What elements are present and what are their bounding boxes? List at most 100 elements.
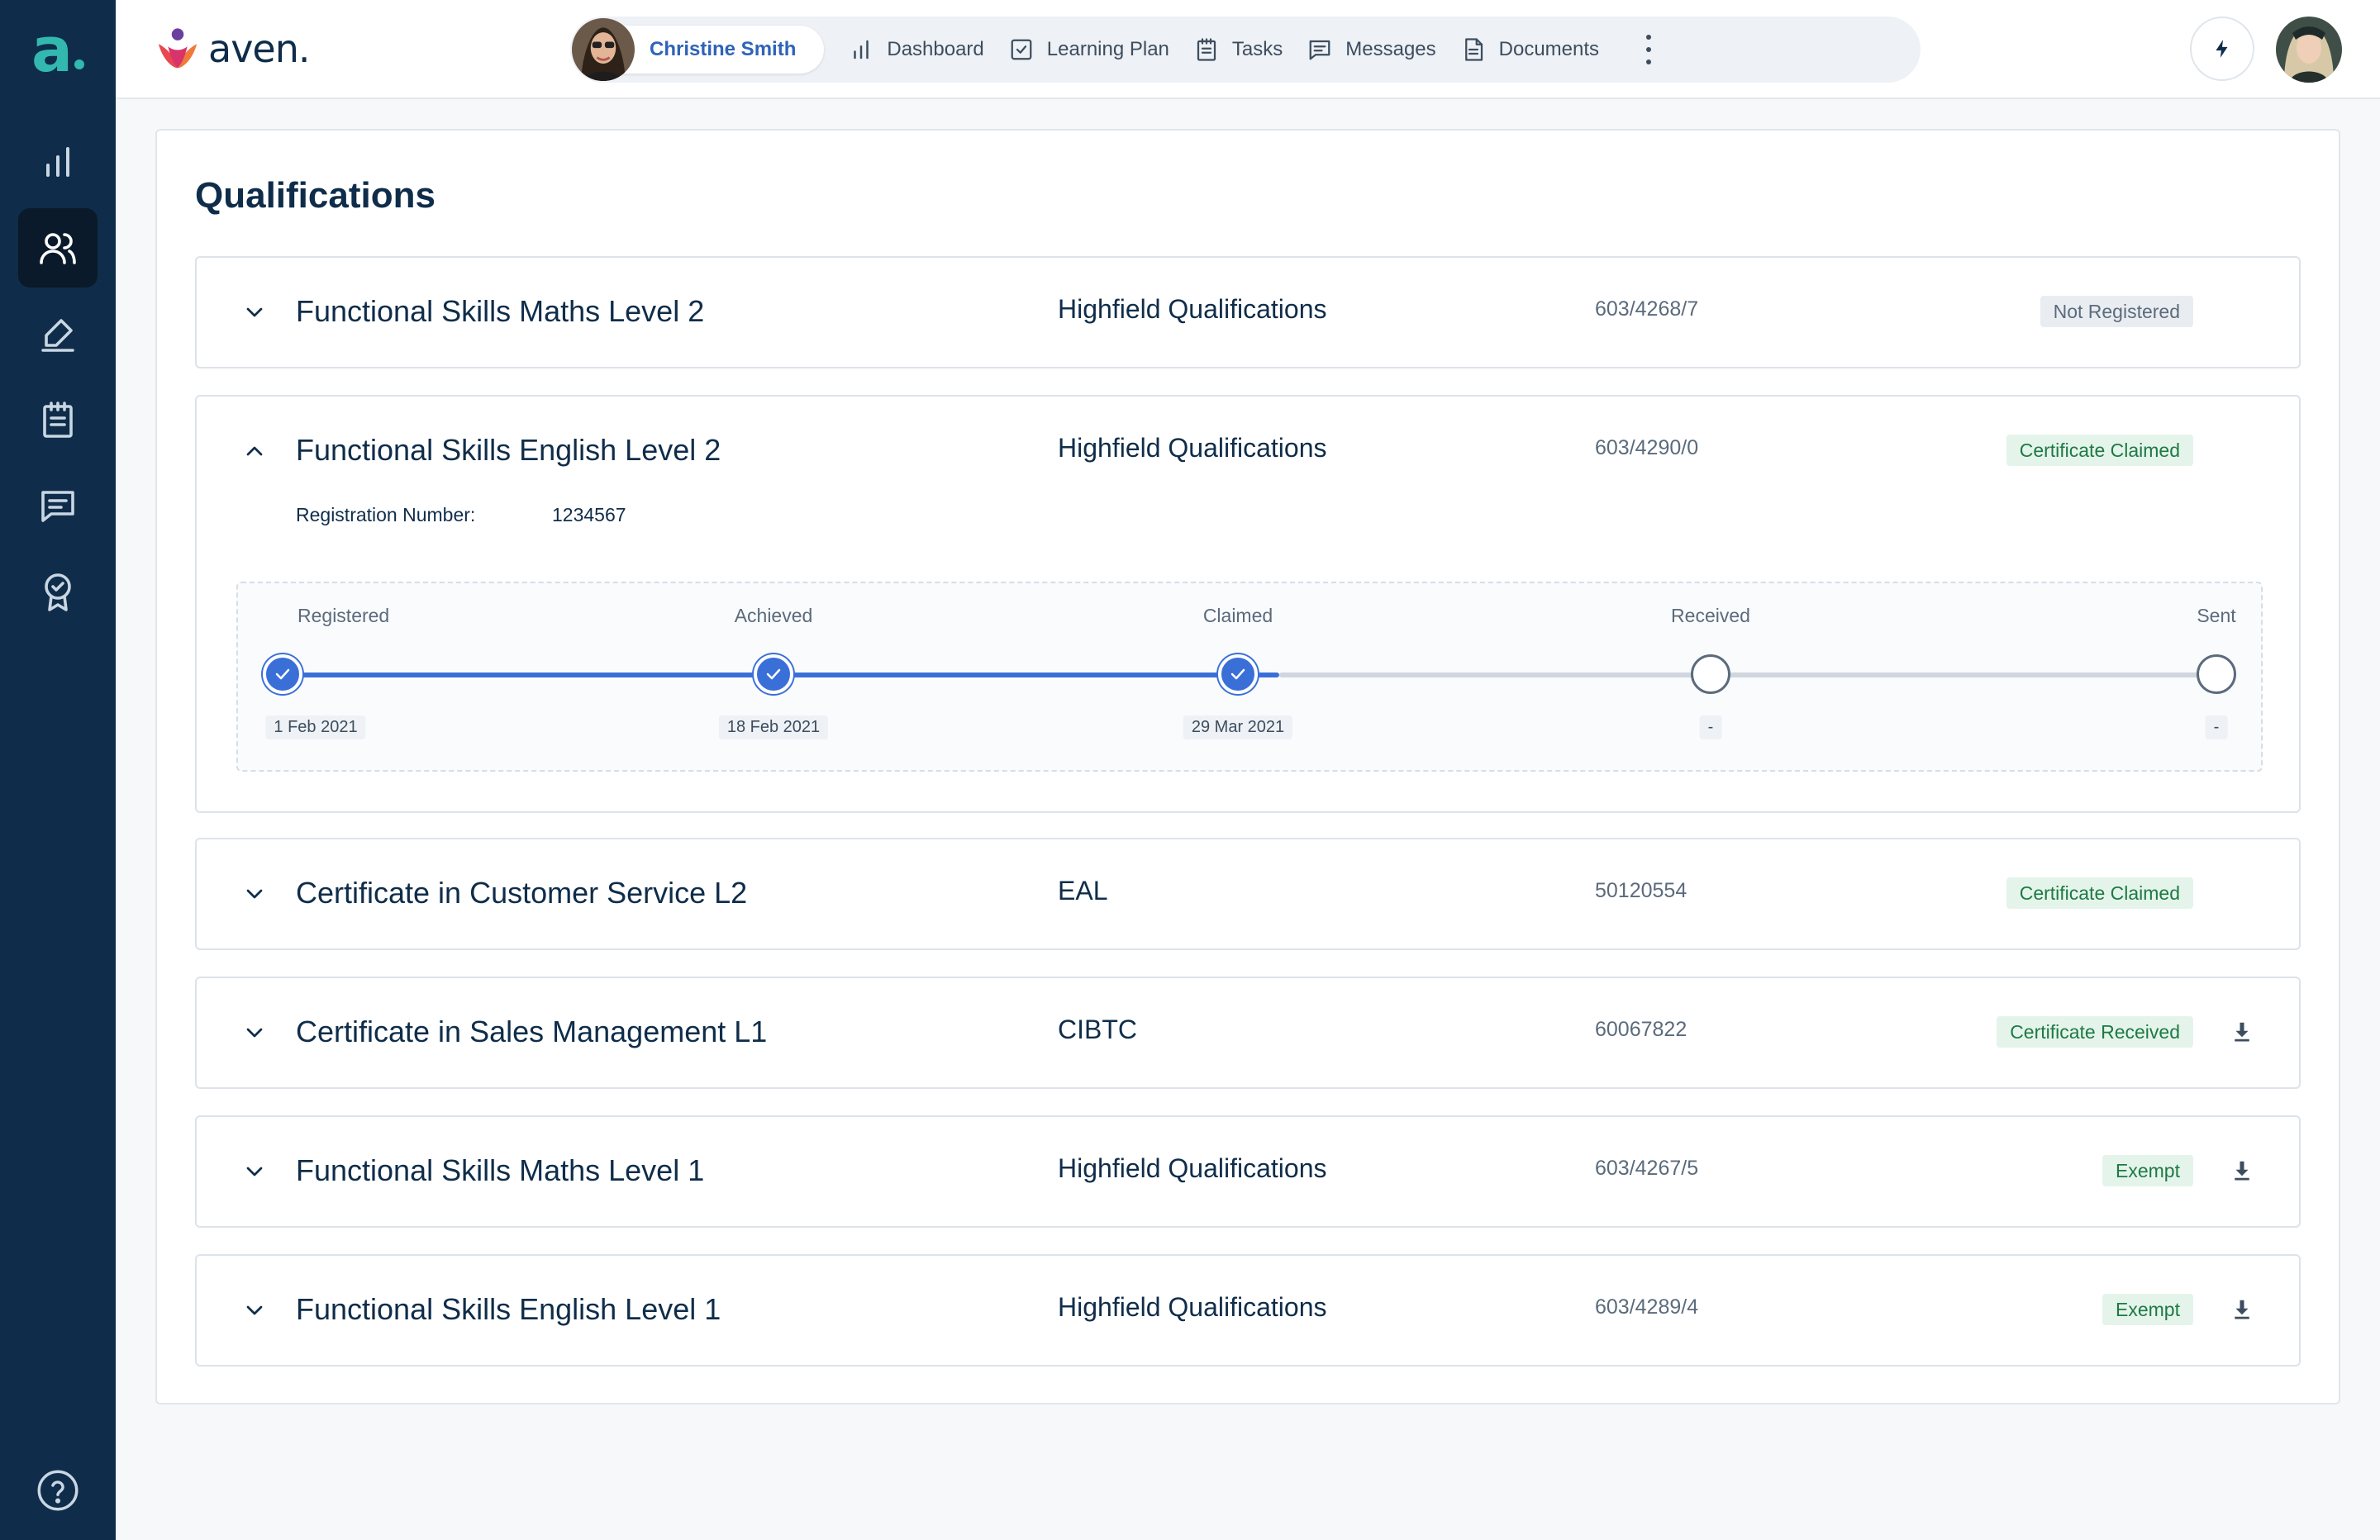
step-complete-node xyxy=(263,654,302,694)
bar-chart-icon xyxy=(854,40,869,59)
step-label: Registered xyxy=(298,605,390,626)
check-icon xyxy=(275,668,290,680)
qualification-row[interactable]: Certificate in Customer Service L2 EAL 5… xyxy=(195,838,2301,950)
progress-step-achieved: Achieved 18 Feb 2021 xyxy=(691,583,856,773)
sidebar-item-messages[interactable] xyxy=(18,466,98,545)
brand-logo[interactable]: aven. xyxy=(154,25,310,73)
top-navigation: Christine Smith Dashboard Learning Plan … xyxy=(570,17,1921,83)
step-complete-node xyxy=(1218,654,1258,694)
chevron-down-icon[interactable] xyxy=(241,299,268,326)
users-icon xyxy=(40,233,76,264)
bar-chart-icon xyxy=(46,147,69,177)
awarding-body: CIBTC xyxy=(1058,1015,1137,1044)
progress-step-sent: Sent - xyxy=(2134,583,2299,773)
sidebar: a xyxy=(0,0,116,1540)
download-icon[interactable] xyxy=(2230,1158,2254,1183)
step-label: Achieved xyxy=(734,605,813,626)
nav-messages-label: Messages xyxy=(1345,38,1436,60)
more-vertical-icon[interactable] xyxy=(1644,35,1654,64)
learner-avatar xyxy=(572,18,635,81)
chevron-up-icon[interactable] xyxy=(241,438,268,464)
quick-action-button[interactable] xyxy=(2190,17,2254,81)
document-icon xyxy=(1464,38,1483,61)
qualification-name: Functional Skills English Level 1 xyxy=(296,1292,721,1326)
qualification-name: Certificate in Customer Service L2 xyxy=(296,876,748,910)
qualification-row[interactable]: Functional Skills Maths Level 2 Highfiel… xyxy=(195,256,2301,368)
qualifications-card: Qualifications Functional Skills Maths L… xyxy=(155,129,2340,1405)
sidebar-item-tasks[interactable] xyxy=(18,380,98,459)
sidebar-logo[interactable]: a xyxy=(31,15,84,86)
sidebar-item-dashboard[interactable] xyxy=(18,122,98,202)
registration-number-label: Registration Number: xyxy=(296,504,476,525)
qualification-code: 603/4290/0 xyxy=(1595,436,1699,459)
status-badge: Not Registered xyxy=(2040,296,2193,327)
progress-step-received: Received - xyxy=(1628,583,1793,773)
awarding-body: EAL xyxy=(1058,876,1108,905)
learner-switcher[interactable]: Christine Smith xyxy=(572,18,825,81)
qualification-row[interactable]: Functional Skills Maths Level 1 Highfiel… xyxy=(195,1115,2301,1228)
awarding-body: Highfield Qualifications xyxy=(1058,1292,1327,1322)
pen-signature-icon xyxy=(41,319,74,352)
qualification-row[interactable]: Certificate in Sales Management L1 CIBTC… xyxy=(195,977,2301,1089)
download-icon[interactable] xyxy=(2230,1297,2254,1322)
learner-name: Christine Smith xyxy=(650,38,797,60)
step-date: 1 Feb 2021 xyxy=(265,715,366,739)
registration-number-row: Registration Number: 1234567 xyxy=(296,504,626,526)
sidebar-logo-letter: a xyxy=(31,15,73,86)
chevron-down-icon[interactable] xyxy=(241,1158,268,1185)
nav-tasks[interactable]: Tasks xyxy=(1194,26,1283,74)
top-header: aven. Christine Smith Dashboard Learning… xyxy=(116,0,2380,99)
status-badge: Certificate Claimed xyxy=(2006,435,2193,466)
nav-documents-label: Documents xyxy=(1498,38,1600,60)
qualification-code: 50120554 xyxy=(1595,879,1687,902)
qualification-name: Certificate in Sales Management L1 xyxy=(296,1015,768,1048)
awarding-body: Highfield Qualifications xyxy=(1058,294,1327,324)
status-badge: Exempt xyxy=(2102,1294,2193,1325)
nav-dashboard[interactable]: Dashboard xyxy=(849,26,984,74)
progress-tracker: Registered 1 Feb 2021 Achieved 18 Feb 20… xyxy=(236,582,2263,772)
qualification-code: 603/4267/5 xyxy=(1595,1157,1699,1180)
chat-icon xyxy=(1309,40,1330,60)
nav-learning-plan[interactable]: Learning Plan xyxy=(1009,26,1169,74)
qualification-name: Functional Skills English Level 2 xyxy=(296,433,721,467)
lightning-icon xyxy=(2216,40,2228,58)
qualification-row-expanded[interactable]: Functional Skills English Level 2 Highfi… xyxy=(195,395,2301,813)
chevron-down-icon[interactable] xyxy=(241,1297,268,1324)
step-pending-node xyxy=(2197,654,2236,694)
page-title: Qualifications xyxy=(195,175,436,216)
awarding-body: Highfield Qualifications xyxy=(1058,433,1327,463)
help-circle-icon[interactable] xyxy=(36,1469,79,1512)
checkbox-icon xyxy=(1011,39,1032,60)
step-date: - xyxy=(1699,715,1722,739)
chevron-down-icon[interactable] xyxy=(241,881,268,907)
sidebar-logo-dot xyxy=(74,59,84,69)
account-avatar[interactable] xyxy=(2276,17,2342,83)
brand-name: aven. xyxy=(208,26,310,71)
check-icon xyxy=(1230,668,1245,680)
registration-number-value: 1234567 xyxy=(552,504,626,525)
clipboard-icon xyxy=(1197,38,1216,61)
progress-step-claimed: Claimed 29 Mar 2021 xyxy=(1155,583,1321,773)
step-date: - xyxy=(2205,715,2228,739)
nav-messages[interactable]: Messages xyxy=(1307,26,1436,74)
qualification-code: 603/4289/4 xyxy=(1595,1295,1699,1319)
sidebar-item-signatures[interactable] xyxy=(18,294,98,373)
step-label: Sent xyxy=(2197,605,2236,626)
nav-dashboard-label: Dashboard xyxy=(887,38,984,60)
step-complete-node xyxy=(754,654,793,694)
download-icon[interactable] xyxy=(2230,1020,2254,1044)
nav-documents[interactable]: Documents xyxy=(1461,26,1599,74)
qualification-row[interactable]: Functional Skills English Level 1 Highfi… xyxy=(195,1254,2301,1367)
qualification-name: Functional Skills Maths Level 2 xyxy=(296,294,705,328)
qualification-code: 603/4268/7 xyxy=(1595,297,1699,321)
award-icon xyxy=(45,573,71,611)
step-date: 18 Feb 2021 xyxy=(718,715,829,739)
progress-step-registered: Registered 1 Feb 2021 xyxy=(200,583,389,773)
sidebar-item-learners[interactable] xyxy=(18,208,98,288)
step-date: 29 Mar 2021 xyxy=(1183,715,1293,739)
sidebar-nav xyxy=(18,122,98,631)
sidebar-item-qualifications[interactable] xyxy=(18,552,98,631)
chevron-down-icon[interactable] xyxy=(241,1020,268,1046)
check-icon xyxy=(766,668,781,680)
qualification-name: Functional Skills Maths Level 1 xyxy=(296,1153,705,1187)
